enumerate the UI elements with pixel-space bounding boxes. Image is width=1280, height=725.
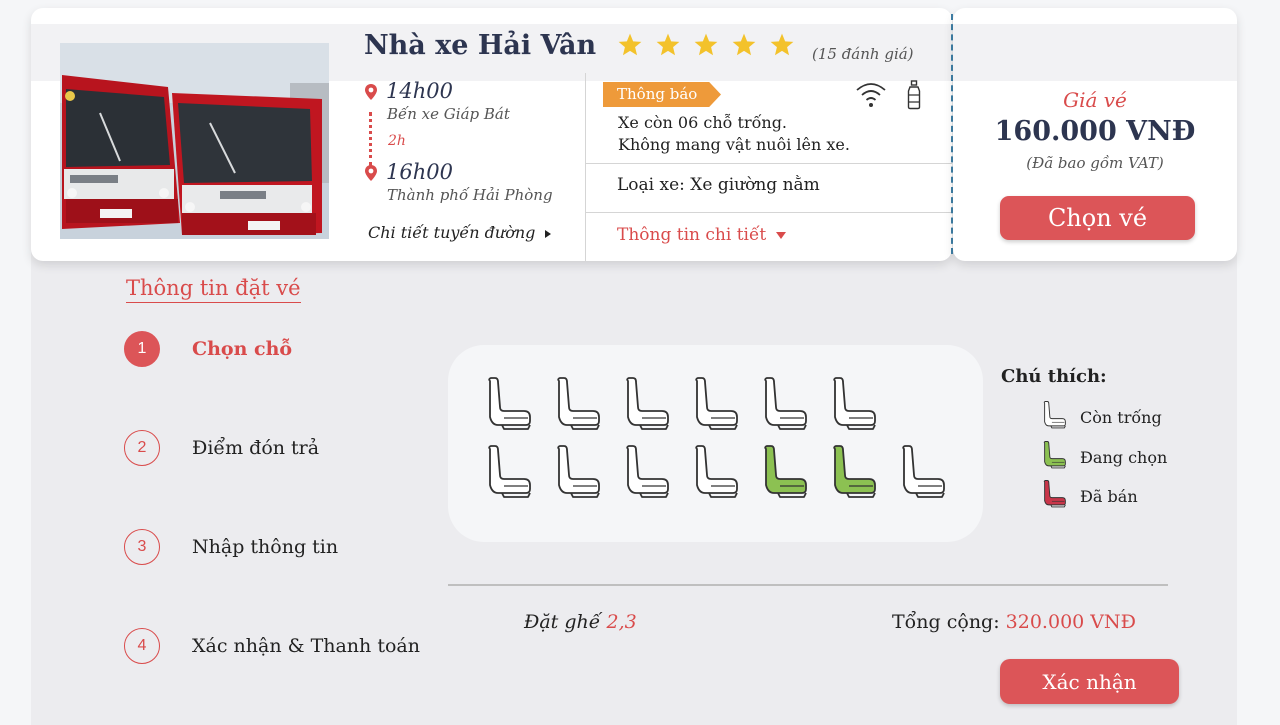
location-pin-icon xyxy=(365,84,377,100)
bus-photo xyxy=(60,43,329,239)
seat-selected[interactable] xyxy=(829,445,881,499)
legend-item-selected: Đang chọn xyxy=(1041,441,1167,473)
total-value: 320.000 VNĐ xyxy=(1005,611,1136,633)
seat-sold-icon xyxy=(1041,480,1069,512)
divider xyxy=(448,584,1168,586)
operator-name: Nhà xe Hải Vân xyxy=(364,30,597,61)
legend-title: Chú thích: xyxy=(1001,366,1107,387)
seat-available-icon xyxy=(1041,401,1069,433)
confirm-button[interactable]: Xác nhận xyxy=(1000,659,1179,704)
legend-label: Đã bán xyxy=(1080,486,1138,506)
seat-available[interactable] xyxy=(553,445,605,499)
step-label: Chọn chỗ xyxy=(192,338,293,360)
star-icon xyxy=(770,33,794,56)
seat-map xyxy=(448,345,983,542)
legend-label: Còn trống xyxy=(1080,407,1162,427)
seat-available[interactable] xyxy=(622,377,674,431)
trip-duration: 2h xyxy=(388,133,406,149)
step-number: 1 xyxy=(124,331,160,367)
notice-line: Xe còn 06 chỗ trống. xyxy=(618,113,788,132)
detail-info-link[interactable]: Thông tin chi tiết xyxy=(617,225,787,245)
seat-selected[interactable] xyxy=(760,445,812,499)
star-icon xyxy=(694,33,718,56)
depart-time: 14h00 xyxy=(386,79,453,103)
detail-info-label: Thông tin chi tiết xyxy=(617,225,767,245)
review-count[interactable]: (15 đánh giá) xyxy=(812,45,914,63)
star-icon xyxy=(618,33,642,56)
route-detail-link[interactable]: Chi tiết tuyến đường xyxy=(368,223,552,242)
legend-item-available: Còn trống xyxy=(1041,401,1162,433)
water-bottle-icon xyxy=(907,80,921,110)
price-label: Giá vé xyxy=(1063,88,1127,112)
step-confirm-payment[interactable]: 4 Xác nhận & Thanh toán xyxy=(124,628,420,664)
selected-seats-value: 2,3 xyxy=(606,611,637,633)
selected-seats: Đặt ghế 2,3 xyxy=(524,611,637,633)
seat-available[interactable] xyxy=(484,445,536,499)
price-vat-note: (Đã bao gồm VAT) xyxy=(1026,154,1164,172)
step-enter-info[interactable]: 3 Nhập thông tin xyxy=(124,529,338,565)
step-pickup-dropoff[interactable]: 2 Điểm đón trả xyxy=(124,430,319,466)
step-label: Điểm đón trả xyxy=(192,437,320,459)
step-number: 3 xyxy=(124,529,160,565)
legend-item-sold: Đã bán xyxy=(1041,480,1138,512)
star-icon xyxy=(656,33,680,56)
choose-ticket-button[interactable]: Chọn vé xyxy=(1000,196,1195,240)
depart-place: Bến xe Giáp Bát xyxy=(387,105,510,123)
caret-down-icon xyxy=(776,232,787,239)
star-icon xyxy=(732,33,756,56)
divider xyxy=(585,73,586,261)
rating-stars xyxy=(617,32,795,58)
seat-available[interactable] xyxy=(829,377,881,431)
step-label: Xác nhận & Thanh toán xyxy=(192,635,420,657)
arrive-time: 16h00 xyxy=(386,160,453,184)
seat-available[interactable] xyxy=(484,377,536,431)
wifi-icon xyxy=(856,83,886,107)
arrive-place: Thành phố Hải Phòng xyxy=(387,186,553,204)
route-detail-label: Chi tiết tuyến đường xyxy=(368,223,536,242)
seat-available[interactable] xyxy=(898,445,950,499)
divider xyxy=(585,212,952,213)
step-number: 4 xyxy=(124,628,160,664)
total-price: Tổng cộng: 320.000 VNĐ xyxy=(892,611,1136,633)
seat-available[interactable] xyxy=(622,445,674,499)
price-value: 160.000 VNĐ xyxy=(994,116,1196,147)
selected-seats-label: Đặt ghế xyxy=(524,611,601,633)
seat-available[interactable] xyxy=(760,377,812,431)
seat-available[interactable] xyxy=(691,377,743,431)
step-label: Nhập thông tin xyxy=(192,536,339,558)
seat-available[interactable] xyxy=(691,445,743,499)
seat-available[interactable] xyxy=(553,377,605,431)
card-header-band xyxy=(953,24,1237,81)
seat-selected-icon xyxy=(1041,441,1069,473)
booking-section-title: Thông tin đặt vé xyxy=(126,276,301,303)
step-number: 2 xyxy=(124,430,160,466)
price-card: Giá vé 160.000 VNĐ (Đã bao gồm VAT) Chọn… xyxy=(953,8,1237,261)
notice-tag: Thông báo xyxy=(603,82,721,107)
divider xyxy=(585,163,952,164)
notice-text: Xe còn 06 chỗ trống. Không mang vật nuôi… xyxy=(618,112,850,156)
caret-right-icon xyxy=(545,229,552,238)
location-pin-icon xyxy=(365,165,377,181)
legend-label: Đang chọn xyxy=(1080,447,1168,467)
trip-card: Nhà xe Hải Vân (15 đánh giá) 14h00 Bến x… xyxy=(31,8,952,261)
notice-line: Không mang vật nuôi lên xe. xyxy=(618,135,850,154)
total-label: Tổng cộng: xyxy=(892,611,1000,633)
bus-type: Loại xe: Xe giường nằm xyxy=(617,175,820,195)
step-choose-seat[interactable]: 1 Chọn chỗ xyxy=(124,331,292,367)
route-dotted-line xyxy=(369,112,372,166)
